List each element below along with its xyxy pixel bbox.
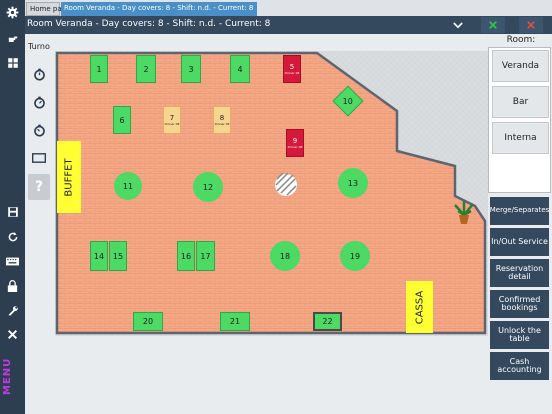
table-20[interactable]: 20: [133, 312, 163, 331]
lock-icon[interactable]: [4, 277, 21, 294]
help-icon[interactable]: ?: [28, 174, 50, 200]
timer-icon[interactable]: [28, 64, 50, 84]
table-11[interactable]: 11: [114, 172, 142, 200]
room-button-veranda[interactable]: Veranda: [492, 50, 549, 82]
close-icon: [527, 21, 535, 29]
timer-icon[interactable]: [28, 92, 50, 112]
table-12[interactable]: 12: [193, 172, 223, 202]
table-1[interactable]: 1: [90, 55, 108, 83]
timer-icon[interactable]: [28, 120, 50, 140]
table-16[interactable]: 16: [177, 241, 195, 271]
table-7[interactable]: 7 Dinner 08: [163, 106, 181, 134]
table-8[interactable]: 8 Dinner 08: [213, 106, 231, 134]
hand-icon[interactable]: [4, 30, 21, 47]
cassa-area: CASSA: [406, 281, 433, 333]
table-17[interactable]: 17: [196, 241, 215, 271]
dropdown-button[interactable]: [446, 17, 470, 33]
room-button-interna[interactable]: Interna: [492, 122, 549, 154]
gear-icon[interactable]: [4, 4, 21, 21]
turno-label: Turno: [28, 42, 50, 51]
table-5[interactable]: 5 Dinner 08: [283, 55, 301, 83]
floor-plan: BUFFET CASSA 1 2 3 4 5 Dinner 08 6 7 Dinne…: [55, 51, 488, 336]
table-22[interactable]: 22: [313, 312, 342, 331]
table-6[interactable]: 6: [113, 106, 131, 134]
merge-separate-button[interactable]: Merge/Separates: [490, 197, 549, 225]
app-window: MENU Home page Room Veranda - Day covers…: [0, 0, 552, 414]
grid-icon[interactable]: [4, 54, 21, 71]
table-3[interactable]: 3: [181, 55, 201, 83]
chevron-down-icon: [453, 21, 463, 28]
tab-room-veranda[interactable]: Room Veranda - Day covers: 8 - Shift: n.…: [61, 2, 257, 16]
in-out-service-button[interactable]: In/Out Service: [490, 228, 549, 256]
cassa-label: CASSA: [414, 290, 426, 324]
confirmed-bookings-button[interactable]: Confirmed bookings: [490, 290, 549, 318]
table-9[interactable]: 9 Dinner 08: [286, 129, 304, 157]
close-button[interactable]: [519, 17, 543, 33]
buffet-area: BUFFET: [57, 141, 81, 213]
unlock-table-button[interactable]: Unlock the table: [490, 321, 549, 349]
table-2[interactable]: 2: [136, 55, 156, 83]
tab-home-page[interactable]: Home page: [26, 2, 70, 16]
room-selector: Veranda Bar Interna: [488, 47, 551, 193]
cash-accounting-button[interactable]: Cash accounting: [490, 352, 549, 380]
table-18[interactable]: 18: [270, 241, 300, 271]
buffet-label: BUFFET: [63, 157, 75, 197]
reservation-detail-button[interactable]: Reservation detail: [490, 259, 549, 287]
table-19[interactable]: 19: [340, 241, 370, 271]
left-sidebar: MENU: [0, 0, 25, 414]
room-selector-label: Room:: [506, 35, 536, 45]
table-13[interactable]: 13: [338, 168, 368, 198]
refresh-icon[interactable]: [4, 228, 21, 245]
room-header: Room Veranda - Day covers: 8 - Shift: n.…: [25, 16, 552, 34]
close-icon[interactable]: [4, 326, 21, 343]
keyboard-icon[interactable]: [4, 253, 21, 270]
room-button-bar[interactable]: Bar: [492, 86, 549, 118]
tab-bar: Home page Room Veranda - Day covers: 8 -…: [25, 0, 552, 16]
table-15[interactable]: 15: [109, 241, 127, 271]
excel-icon: [489, 21, 497, 29]
export-button[interactable]: [481, 17, 505, 33]
turno-toolbar: Turno ?: [25, 34, 55, 414]
rectangle-icon[interactable]: [28, 148, 50, 168]
table-14[interactable]: 14: [90, 241, 108, 271]
table-21[interactable]: 21: [220, 312, 250, 331]
save-icon[interactable]: [4, 203, 21, 220]
wrench-icon[interactable]: [4, 302, 21, 319]
table-4[interactable]: 4: [230, 55, 250, 83]
page-title: Room Veranda - Day covers: 8 - Shift: n.…: [27, 19, 271, 29]
plant-icon: [454, 201, 474, 224]
menu-label[interactable]: MENU: [2, 346, 22, 406]
